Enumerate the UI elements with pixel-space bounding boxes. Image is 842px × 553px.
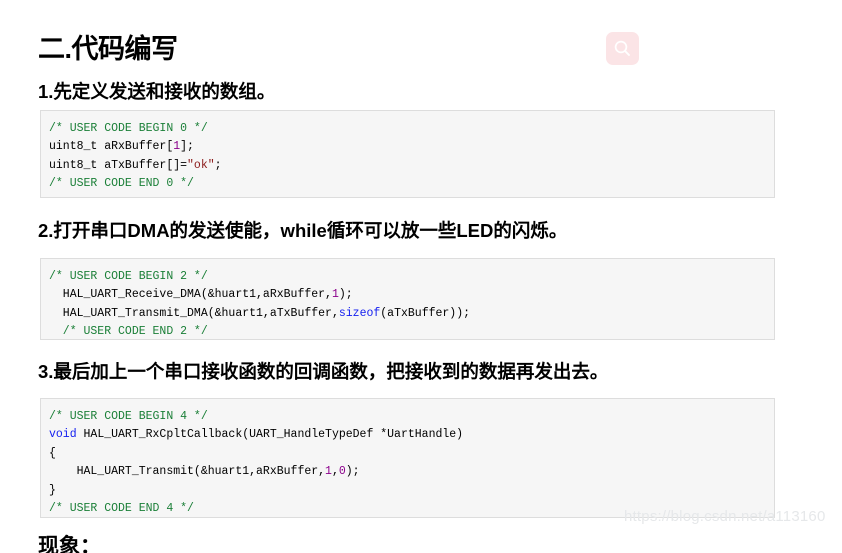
code-block-1[interactable]: /* USER CODE BEGIN 0 */ uint8_t aRxBuffe… (40, 109, 775, 198)
code-token-plain: ]; (180, 140, 194, 154)
code-token-string: "ok" (187, 158, 215, 172)
code-token-plain: HAL_UART_RxCpltCallback(UART_HandleTypeD… (76, 428, 464, 442)
code-token-plain: uint8_t aTxBuffer[]= (49, 158, 188, 172)
code-token-plain: (aTxBuffer)); (380, 306, 470, 320)
page-title: 二.代码编写 (38, 34, 178, 65)
code-token-plain: ; (214, 158, 222, 172)
code-block-2[interactable]: /* USER CODE BEGIN 2 */ HAL_UART_Receive… (40, 257, 775, 340)
code-line: void HAL_UART_RxCpltCallback(UART_Handle… (49, 428, 463, 441)
next-section-heading: 现象： (38, 535, 101, 553)
code-token-comment: /* USER CODE BEGIN 0 */ (49, 121, 208, 135)
search-button[interactable] (606, 32, 639, 65)
code-token-keyword: sizeof (338, 306, 381, 320)
code-token-plain: , (331, 465, 339, 479)
code-token-comment: /* USER CODE END 4 */ (49, 502, 194, 516)
step-1-heading: 1.先定义发送和接收的数组。 (38, 81, 276, 103)
code-token-plain: HAL_UART_Receive_DMA(&huart1,aRxBuffer, (49, 288, 332, 302)
step-3-heading: 3.最后加上一个串口接收函数的回调函数，把接收到的数据再发出去。 (38, 361, 609, 383)
watermark: https://blog.csdn.net/a113160 (624, 508, 826, 525)
code-token-plain: { (49, 446, 56, 460)
code-token-comment: /* USER CODE BEGIN 2 */ (49, 269, 208, 283)
code-line: /* USER CODE BEGIN 4 */ (49, 410, 208, 423)
code-token-comment: /* USER CODE END 0 */ (49, 177, 194, 191)
code-token-plain: ); (345, 465, 360, 479)
search-icon (613, 39, 632, 58)
code-token-comment: /* USER CODE BEGIN 4 */ (49, 409, 208, 423)
code-line: /* USER CODE END 0 */ (49, 177, 194, 190)
code-line: /* USER CODE BEGIN 0 */ (49, 122, 208, 135)
code-token-plain: HAL_UART_Transmit_DMA(&huart1,aTxBuffer, (49, 306, 339, 320)
code-token-number: 1 (331, 288, 339, 302)
code-line: } (49, 484, 56, 497)
code-line: HAL_UART_Receive_DMA(&huart1,aRxBuffer,1… (49, 288, 353, 301)
code-line: HAL_UART_Transmit_DMA(&huart1,aTxBuffer,… (49, 307, 470, 320)
code-token-number: 1 (325, 465, 332, 479)
code-token-plain: HAL_UART_Transmit(&huart1,aRxBuffer, (49, 465, 326, 479)
code-token-comment: /* USER CODE END 2 */ (49, 325, 208, 339)
code-line: uint8_t aTxBuffer[]="ok"; (49, 159, 222, 172)
code-token-plain: uint8_t aRxBuffer[ (49, 140, 174, 154)
code-token-plain: } (49, 483, 56, 497)
code-line: HAL_UART_Transmit(&huart1,aRxBuffer,1,0)… (49, 465, 360, 478)
code-line: uint8_t aRxBuffer[1]; (49, 140, 194, 153)
code-line: /* USER CODE END 4 */ (49, 502, 194, 515)
code-line: { (49, 447, 56, 460)
step-2-heading: 2.打开串口DMA的发送使能，while循环可以放一些LED的闪烁。 (38, 220, 568, 242)
code-block-3[interactable]: /* USER CODE BEGIN 4 */ void HAL_UART_Rx… (40, 397, 775, 518)
code-token-keyword: void (49, 428, 77, 442)
code-token-plain: ); (338, 288, 353, 302)
code-line: /* USER CODE END 2 */ (49, 325, 208, 338)
article-page: 二.代码编写 1.先定义发送和接收的数组。 /* USER CODE BEGIN… (0, 0, 842, 553)
code-line: /* USER CODE BEGIN 2 */ (49, 270, 208, 283)
code-token-number: 0 (338, 465, 346, 479)
